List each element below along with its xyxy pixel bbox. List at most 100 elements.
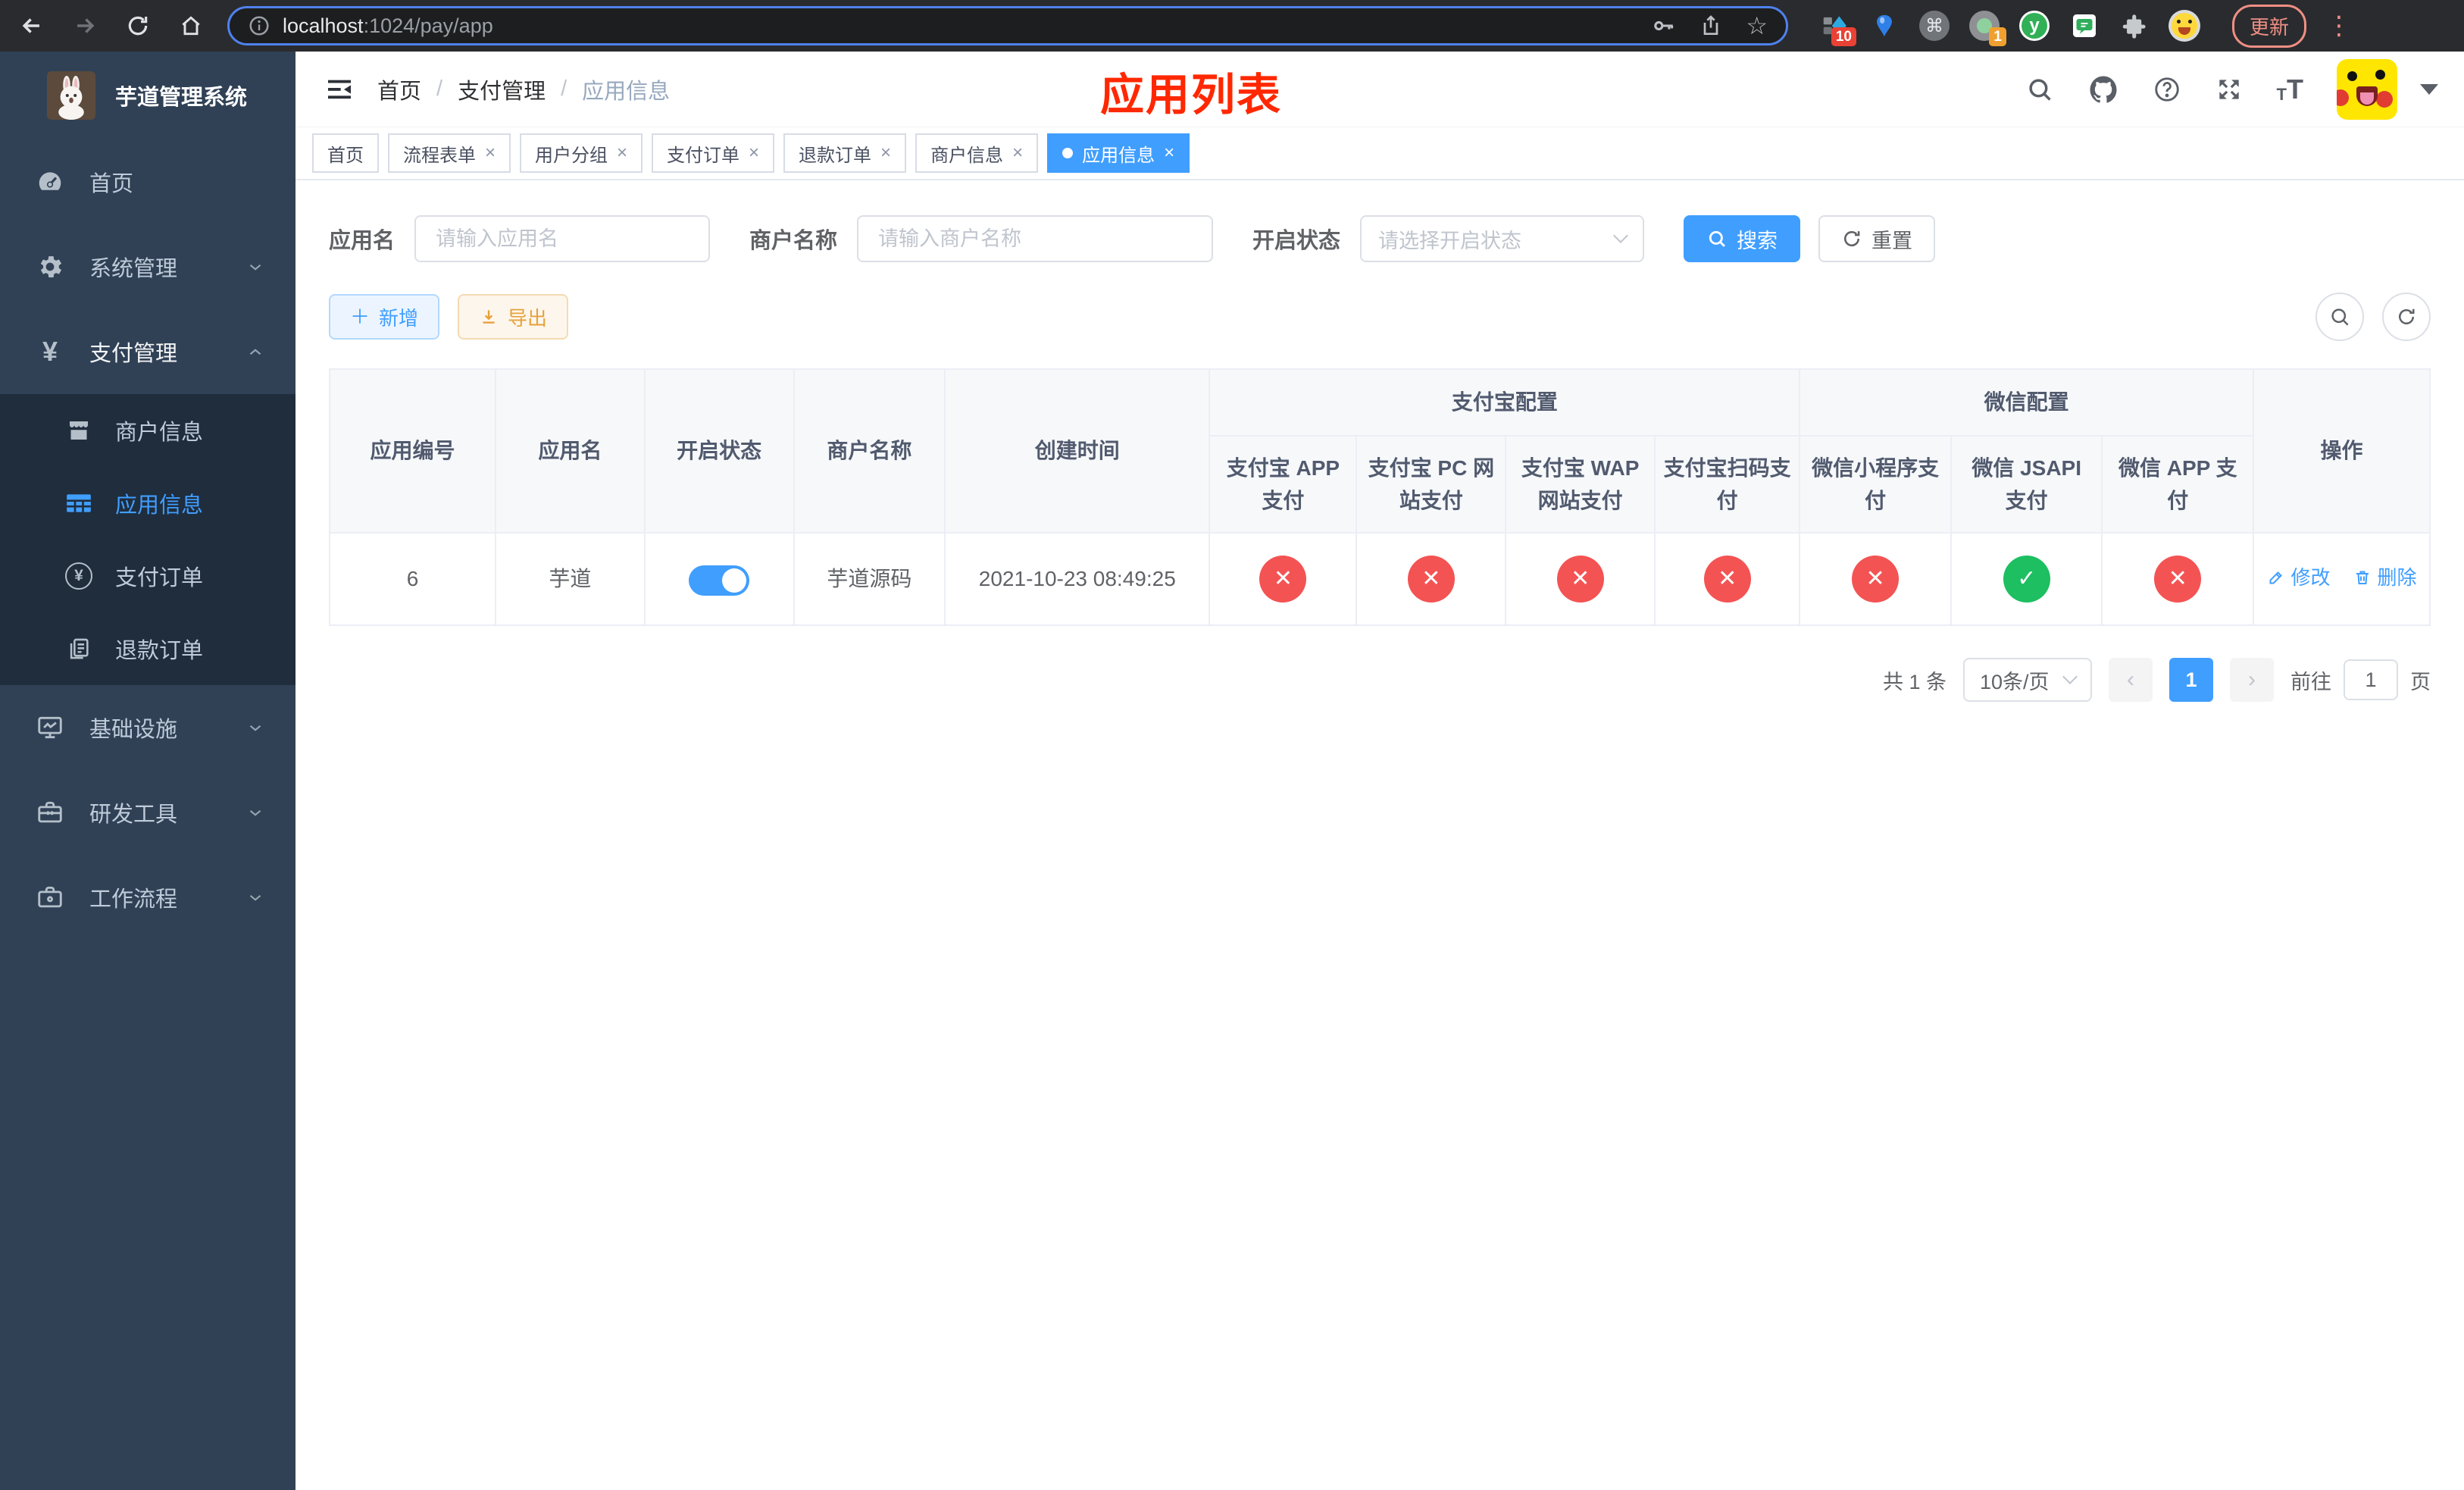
sidebar-item-workflow[interactable]: 工作流程 — [0, 855, 295, 940]
next-page-button[interactable]: › — [2230, 658, 2274, 702]
col-status: 开启状态 — [643, 368, 795, 534]
search-button[interactable]: 搜索 — [1684, 215, 1801, 262]
col-alipay-qr: 支付宝扫码支付 — [1654, 435, 1801, 534]
edit-link[interactable]: 修改 — [2267, 562, 2331, 593]
tab-process-form[interactable]: 流程表单 × — [388, 133, 511, 173]
sidebar-item-home[interactable]: 首页 — [0, 139, 295, 224]
dashboard-icon — [33, 167, 67, 196]
extension-diamond-icon[interactable]: 10 — [1818, 10, 1856, 46]
extension-command-icon[interactable]: ⌘ — [1918, 10, 1950, 42]
chevron-down-icon — [245, 803, 265, 822]
chevron-down-icon — [245, 887, 265, 907]
breadcrumb-payment[interactable]: 支付管理 — [458, 74, 546, 105]
extension-badge: 1 — [1989, 27, 2006, 46]
col-app-id: 应用编号 — [329, 368, 496, 534]
status-circle: ✕ — [1407, 556, 1455, 603]
sidebar-item-refund-order[interactable]: 退款订单 — [0, 612, 295, 685]
delete-link[interactable]: 删除 — [2353, 562, 2417, 593]
home-icon[interactable] — [176, 11, 206, 41]
current-page-button[interactable]: 1 — [2169, 658, 2213, 702]
font-size-icon[interactable]: TT — [2277, 75, 2303, 103]
extension-chat-icon[interactable] — [2068, 10, 2100, 42]
briefcase-icon — [33, 883, 67, 912]
status-circle: ✕ — [2154, 556, 2202, 603]
add-button[interactable]: ＋ 新增 — [329, 294, 440, 340]
page-info-icon[interactable] — [248, 14, 270, 37]
browser-update-button[interactable]: 更新 — [2232, 4, 2307, 48]
monitor-icon — [33, 713, 67, 742]
browser-toolbar: localhost:1024/pay/app ☆ 10 ⌘ 1 y 更新 ⋮ — [0, 0, 2464, 52]
sidebar-item-payment[interactable]: ¥ 支付管理 — [0, 309, 295, 394]
close-icon[interactable]: × — [1012, 144, 1023, 162]
prev-page-button[interactable]: ‹ — [2109, 658, 2153, 702]
bookmark-star-icon[interactable]: ☆ — [1746, 11, 1768, 40]
col-merchant: 商户名称 — [793, 368, 946, 534]
sidebar-item-pay-order[interactable]: ¥ 支付订单 — [0, 540, 295, 612]
extension-yuque-icon[interactable]: y — [2018, 10, 2050, 42]
sidebar-item-infrastructure[interactable]: 基础设施 — [0, 685, 295, 770]
status-circle: ✕ — [1556, 556, 1604, 603]
main-area: 首页 / 支付管理 / 应用信息 应用列表 TT 首页 流程表单 × 用户分组 … — [295, 52, 2464, 1490]
pagination: 共 1 条 10条/页 ‹ 1 › 前往 页 — [329, 658, 2431, 702]
url-bar[interactable]: localhost:1024/pay/app ☆ — [227, 6, 1788, 45]
reset-button[interactable]: 重置 — [1818, 215, 1936, 262]
status-label: 开启状态 — [1252, 229, 1341, 253]
app-name-input[interactable] — [414, 215, 711, 262]
extension-badge: 10 — [1831, 27, 1856, 46]
password-key-icon[interactable] — [1650, 13, 1676, 39]
user-avatar[interactable] — [2337, 58, 2397, 120]
extensions-puzzle-icon[interactable] — [2118, 10, 2150, 42]
close-icon[interactable]: × — [485, 144, 496, 162]
extension-balloon-icon[interactable] — [1868, 10, 1900, 42]
edit-pencil-icon — [2269, 571, 2282, 584]
status-select[interactable]: 请选择开启状态 — [1360, 215, 1645, 262]
sidebar-fold-icon[interactable] — [295, 74, 377, 105]
toggle-search-button[interactable] — [2315, 293, 2364, 341]
close-icon[interactable]: × — [880, 144, 891, 162]
back-icon[interactable] — [17, 11, 47, 41]
table-row: 6 芋道 芋道源码 2021-10-23 08:49:25 ✕ ✕ ✕ ✕ ✕ … — [329, 532, 2431, 626]
status-circle: ✕ — [1259, 556, 1307, 603]
breadcrumb-home[interactable]: 首页 — [377, 74, 421, 105]
app-logo: 芋道管理系统 — [0, 52, 295, 139]
avatar-caret-icon[interactable] — [2420, 83, 2438, 95]
tab-pay-order[interactable]: 支付订单 × — [652, 133, 775, 173]
tab-merchant-info[interactable]: 商户信息 × — [915, 133, 1039, 173]
extension-recorder-icon[interactable]: 1 — [1968, 10, 2006, 46]
goto-suffix: 页 — [2410, 670, 2431, 693]
github-icon[interactable] — [2087, 74, 2119, 105]
profile-emoji-avatar[interactable] — [2169, 10, 2200, 42]
tab-refund-order[interactable]: 退款订单 × — [783, 133, 907, 173]
merchant-name-input[interactable] — [857, 215, 1214, 262]
close-icon[interactable]: × — [749, 144, 759, 162]
tab-user-group[interactable]: 用户分组 × — [520, 133, 643, 173]
sidebar-item-system[interactable]: 系统管理 — [0, 224, 295, 309]
header-search-icon[interactable] — [2025, 75, 2054, 104]
share-icon[interactable] — [1699, 14, 1723, 38]
reload-icon[interactable] — [123, 11, 153, 41]
status-toggle[interactable] — [689, 565, 750, 596]
help-icon[interactable] — [2153, 75, 2181, 104]
chevron-up-icon — [245, 342, 265, 362]
cell-merchant: 芋道源码 — [793, 532, 946, 626]
forward-icon[interactable] — [70, 11, 100, 41]
export-button[interactable]: 导出 — [458, 294, 569, 340]
col-wechat-mini: 微信小程序支付 — [1799, 435, 1952, 534]
close-icon[interactable]: × — [617, 144, 627, 162]
refresh-table-button[interactable] — [2382, 293, 2431, 341]
sidebar-item-app-info[interactable]: 应用信息 — [0, 467, 295, 540]
app-table: 应用编号 应用名 开启状态 商户名称 创建时间 支付宝配置 微信配置 操作 支付… — [329, 368, 2431, 626]
refresh-icon — [1844, 230, 1860, 247]
fullscreen-icon[interactable] — [2215, 75, 2244, 104]
total-count: 共 1 条 — [1882, 670, 1946, 693]
trash-icon — [2356, 571, 2369, 584]
sidebar-item-dev-tools[interactable]: 研发工具 — [0, 770, 295, 855]
download-icon — [483, 310, 495, 324]
sidebar-item-merchant-info[interactable]: 商户信息 — [0, 394, 295, 467]
page-size-select[interactable]: 10条/页 — [1963, 658, 2092, 702]
tab-home[interactable]: 首页 — [312, 133, 379, 173]
goto-page-input[interactable] — [2344, 659, 2398, 700]
tab-app-info[interactable]: 应用信息 × — [1047, 133, 1190, 173]
close-icon[interactable]: × — [1164, 144, 1174, 162]
browser-menu-icon[interactable]: ⋮ — [2326, 11, 2352, 41]
